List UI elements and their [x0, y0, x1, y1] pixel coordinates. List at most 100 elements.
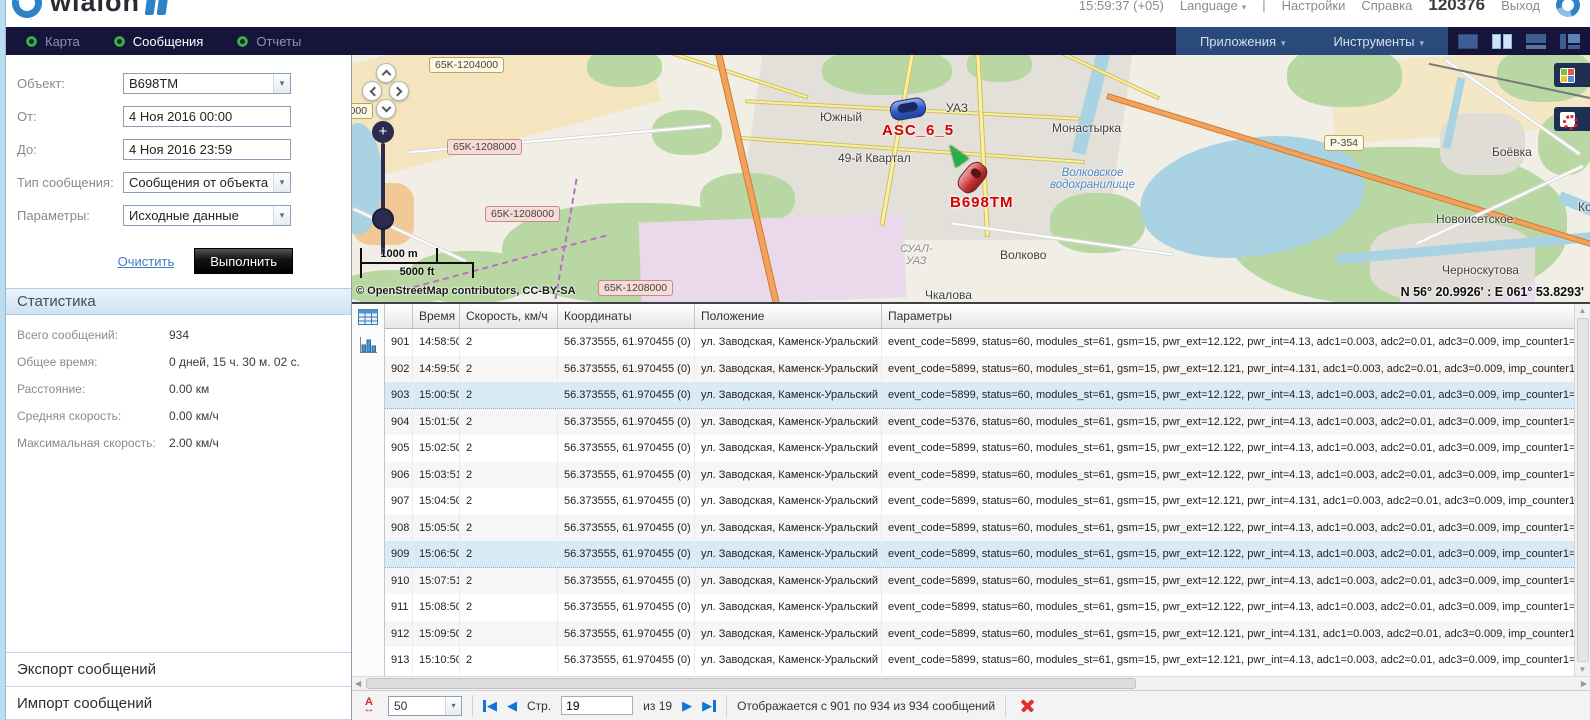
cell-time: 15:05:50 [413, 515, 460, 542]
page-number-input[interactable] [561, 696, 633, 715]
execute-button[interactable]: Выполнить [194, 248, 293, 274]
layout-split-horizontal-icon[interactable] [1526, 34, 1546, 49]
scrollbar-thumb[interactable] [1577, 318, 1589, 662]
nav-right-panel: Приложения▾ Инструменты▾ [1176, 27, 1448, 55]
road-badge: 65K-1204000 [429, 57, 504, 73]
clear-link[interactable]: Очистить [118, 254, 175, 269]
divider [472, 695, 473, 717]
to-date-input[interactable] [123, 139, 291, 160]
cell-position: ул. Заводская, Каменск-Уральский [695, 382, 882, 408]
cell-speed: 2 [460, 435, 558, 462]
scrollbar-thumb[interactable] [366, 678, 1136, 689]
cell-num: 907 [385, 488, 413, 515]
column-header-num[interactable] [385, 304, 413, 328]
message-row[interactable]: 905 15:02:50 2 56.373555, 61.970455 (0) … [385, 435, 1574, 462]
wialon-logo-text: wialon [50, 0, 140, 18]
export-messages-section[interactable]: Экспорт сообщений [6, 652, 351, 686]
zoom-slider-handle[interactable] [372, 208, 394, 230]
parameters-label: Параметры: [6, 208, 123, 223]
parameters-select[interactable]: Исходные данные ▾ [123, 205, 291, 226]
autofit-columns-icon[interactable]: A↔ [360, 699, 378, 713]
message-row[interactable]: 910 15:07:51 2 56.373555, 61.970455 (0) … [385, 568, 1574, 595]
chevron-down-icon: ▾ [273, 206, 290, 225]
pan-left-button[interactable] [362, 81, 382, 101]
road-badge-text: P-354 [1330, 137, 1358, 149]
column-header-position[interactable]: Положение [695, 304, 882, 328]
cell-speed: 2 [460, 329, 558, 356]
map-forest-patch [822, 55, 952, 95]
message-row[interactable]: 911 15:08:50 2 56.373555, 61.970455 (0) … [385, 594, 1574, 621]
place-name: Южный [820, 110, 862, 124]
apps-menu[interactable]: Приложения▾ [1200, 34, 1286, 49]
cell-position: ул. Заводская, Каменск-Уральский [695, 515, 882, 542]
stat-value: 0 дней, 15 ч. 30 м. 02 с. [169, 355, 300, 369]
scroll-up-icon[interactable]: ▲ [1579, 306, 1587, 315]
cell-parameters: event_code=5899, status=60, modules_st=6… [882, 356, 1574, 383]
cell-position: ул. Заводская, Каменск-Уральский [695, 621, 882, 648]
message-row[interactable]: 913 15:10:50 2 56.373555, 61.970455 (0) … [385, 647, 1574, 674]
nav-tab[interactable]: Сообщения [114, 34, 204, 49]
from-date-input[interactable] [123, 106, 291, 127]
object-select[interactable]: B698TM ▾ [123, 73, 291, 94]
left-edge-strip [0, 0, 6, 720]
map-layers-button[interactable] [1554, 63, 1590, 87]
cell-coordinates: 56.373555, 61.970455 (0) [558, 621, 695, 648]
zoom-slider-track[interactable] [381, 143, 385, 255]
column-header-time[interactable]: Время [413, 304, 460, 328]
map-place-label: Монастырка [1052, 121, 1121, 135]
cell-num: 913 [385, 647, 413, 674]
scroll-right-icon[interactable]: ▶ [1581, 679, 1587, 688]
message-row[interactable]: 906 15:03:51 2 56.373555, 61.970455 (0) … [385, 462, 1574, 489]
clock-time: 15:59:37 (+05) [1079, 0, 1164, 13]
chevron-down-icon: ▾ [1420, 38, 1425, 48]
import-messages-section[interactable]: Импорт сообщений [6, 686, 351, 720]
zoom-in-button[interactable]: + [372, 121, 394, 143]
close-icon[interactable] [1020, 698, 1035, 713]
cell-speed: 2 [460, 594, 558, 621]
cell-speed: 2 [460, 541, 558, 567]
page-size-select[interactable]: 50 ▾ [388, 696, 462, 716]
layout-split-vertical-icon[interactable] [1492, 34, 1512, 49]
message-row[interactable]: 907 15:04:50 2 56.373555, 61.970455 (0) … [385, 488, 1574, 515]
cell-time: 15:01:50 [413, 409, 460, 436]
pan-right-button[interactable] [389, 81, 409, 101]
cell-parameters: event_code=5899, status=60, modules_st=6… [882, 515, 1574, 542]
message-row[interactable]: 908 15:05:50 2 56.373555, 61.970455 (0) … [385, 515, 1574, 542]
column-header-coordinates[interactable]: Координаты [558, 304, 695, 328]
next-page-button[interactable]: ▶ [682, 698, 692, 714]
column-header-speed[interactable]: Скорость, км/ч [460, 304, 558, 328]
pan-down-button[interactable] [376, 99, 396, 119]
column-header-parameters[interactable]: Параметры [882, 304, 1574, 328]
top-header: wialon 15:59:37 (+05) Language▾ | Настро… [0, 0, 1590, 27]
settings-link[interactable]: Настройки [1282, 0, 1346, 13]
pan-up-button[interactable] [376, 63, 396, 83]
message-row[interactable]: 903 15:00:50 2 56.373555, 61.970455 (0) … [385, 382, 1574, 409]
horizontal-scrollbar[interactable]: ◀ ▶ [352, 676, 1590, 690]
chart-view-icon[interactable] [358, 337, 378, 353]
table-view-icon[interactable] [358, 309, 378, 325]
cell-time: 15:09:50 [413, 621, 460, 648]
layout-single-icon[interactable] [1458, 34, 1478, 49]
message-row[interactable]: 904 15:01:50 2 56.373555, 61.970455 (0) … [385, 409, 1574, 436]
first-page-button[interactable]: ◀ [483, 698, 497, 714]
message-type-select[interactable]: Сообщения от объекта ▾ [123, 172, 291, 193]
nav-tab[interactable]: Карта [26, 34, 80, 49]
scroll-down-icon[interactable]: ▼ [1579, 665, 1587, 674]
message-row[interactable]: 912 15:09:50 2 56.373555, 61.970455 (0) … [385, 621, 1574, 648]
scroll-left-icon[interactable]: ◀ [355, 679, 361, 688]
last-page-button[interactable]: ▶ [702, 698, 716, 714]
map-traffic-button[interactable] [1554, 107, 1590, 131]
tools-menu[interactable]: Инструменты▾ [1333, 34, 1424, 49]
language-menu[interactable]: Language▾ [1180, 0, 1246, 13]
message-row[interactable]: 901 14:58:50 2 56.373555, 61.970455 (0) … [385, 329, 1574, 356]
nav-tab[interactable]: Отчеты [237, 34, 301, 49]
logout-link[interactable]: Выход [1501, 0, 1540, 13]
help-link[interactable]: Справка [1361, 0, 1412, 13]
cell-speed: 2 [460, 568, 558, 595]
vertical-scrollbar[interactable]: ▲ ▼ [1574, 304, 1590, 676]
layout-combined-icon[interactable] [1560, 34, 1580, 49]
map-canvas[interactable]: 65K-1204000 65K-1204000 65K-1208000 65K-… [352, 55, 1590, 304]
prev-page-button[interactable]: ◀ [507, 698, 517, 714]
message-row[interactable]: 902 14:59:50 2 56.373555, 61.970455 (0) … [385, 356, 1574, 383]
message-row[interactable]: 909 15:06:50 2 56.373555, 61.970455 (0) … [385, 541, 1574, 568]
